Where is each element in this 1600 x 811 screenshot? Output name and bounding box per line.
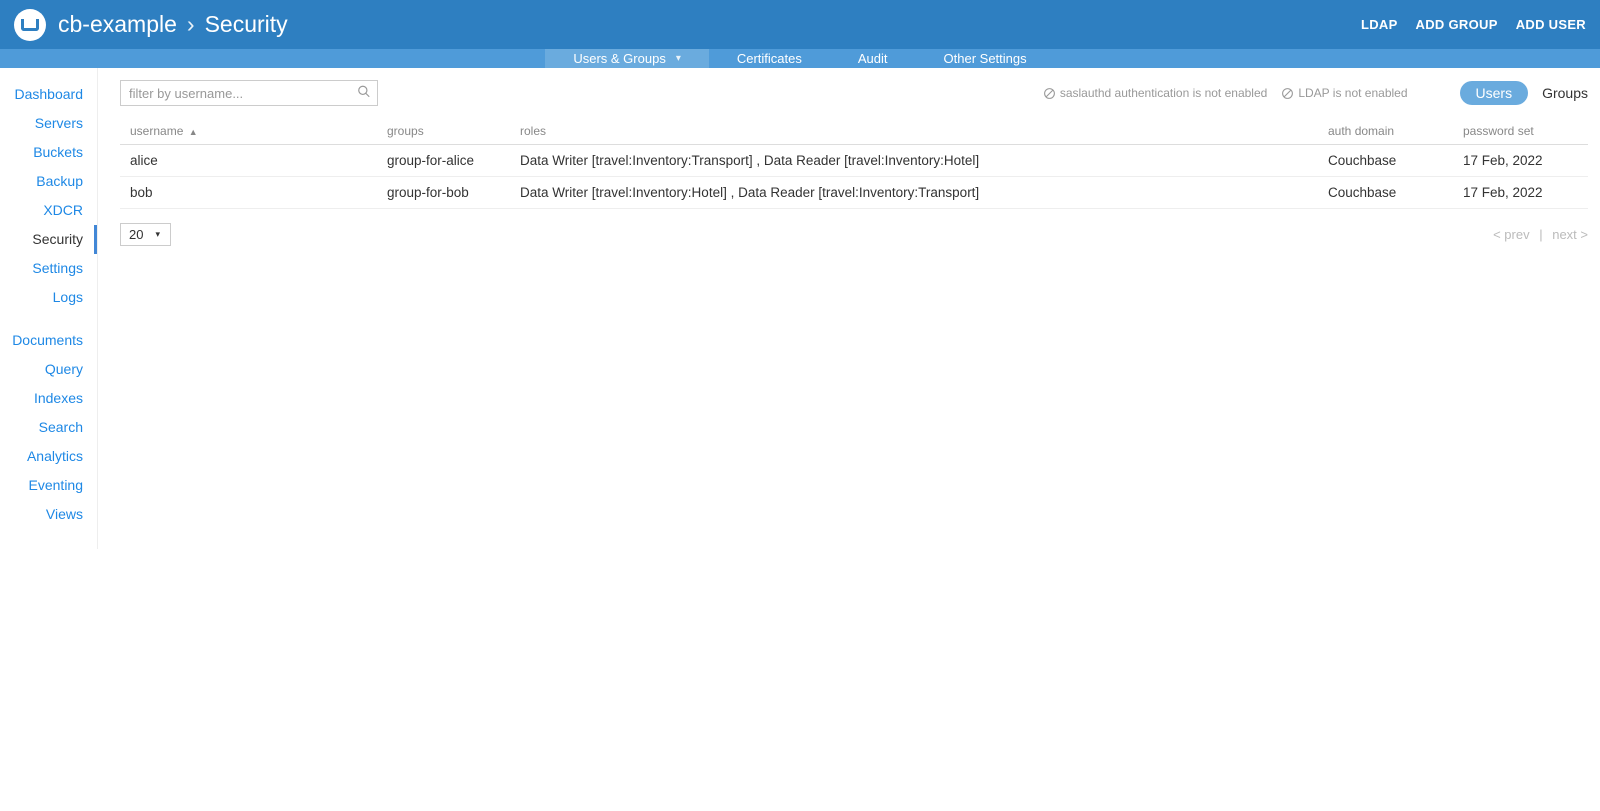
sidebar-item-servers[interactable]: Servers bbox=[0, 109, 97, 138]
sidebar-item-logs[interactable]: Logs bbox=[0, 283, 97, 312]
filter-box bbox=[120, 80, 378, 106]
status-warnings: saslauthd authentication is not enabled … bbox=[1043, 86, 1408, 100]
cell-roles: Data Writer [travel:Inventory:Hotel] , D… bbox=[510, 177, 1318, 209]
cell-pwdset: 17 Feb, 2022 bbox=[1453, 177, 1588, 209]
col-header-groups[interactable]: groups bbox=[377, 116, 510, 145]
add-group-button[interactable]: ADD GROUP bbox=[1416, 17, 1498, 32]
sidebar-item-backup[interactable]: Backup bbox=[0, 167, 97, 196]
cell-username: bob bbox=[120, 177, 377, 209]
users-table: username ▲ groups roles auth domain pass… bbox=[120, 116, 1588, 209]
cell-groups: group-for-alice bbox=[377, 145, 510, 177]
users-groups-toggle: Users Groups bbox=[1460, 81, 1588, 105]
tab-label: Certificates bbox=[737, 51, 802, 66]
sidebar-item-security[interactable]: Security bbox=[0, 225, 97, 254]
table-row[interactable]: alicegroup-for-aliceData Writer [travel:… bbox=[120, 145, 1588, 177]
sort-asc-icon: ▲ bbox=[189, 127, 198, 137]
tab-label: Users & Groups bbox=[573, 51, 665, 66]
breadcrumb-section: Security bbox=[205, 11, 288, 38]
tab-label: Audit bbox=[858, 51, 888, 66]
sidebar-item-settings[interactable]: Settings bbox=[0, 254, 97, 283]
tab-users-groups[interactable]: Users & Groups ▾ bbox=[545, 49, 709, 68]
cell-groups: group-for-bob bbox=[377, 177, 510, 209]
col-header-username[interactable]: username ▲ bbox=[120, 116, 377, 145]
disabled-icon bbox=[1043, 87, 1056, 100]
pager-sep: | bbox=[1539, 227, 1542, 242]
sidebar-item-buckets[interactable]: Buckets bbox=[0, 138, 97, 167]
cell-domain: Couchbase bbox=[1318, 177, 1453, 209]
filter-row: saslauthd authentication is not enabled … bbox=[120, 80, 1588, 106]
breadcrumb-cluster[interactable]: cb-example bbox=[58, 11, 177, 38]
page-size-select[interactable]: 20 ▾ bbox=[120, 223, 171, 246]
header-label: password set bbox=[1463, 124, 1534, 138]
logo-icon bbox=[14, 9, 46, 41]
topbar-actions: LDAP ADD GROUP ADD USER bbox=[1361, 17, 1586, 32]
sidebar-item-dashboard[interactable]: Dashboard bbox=[0, 80, 97, 109]
pager-next[interactable]: next > bbox=[1552, 227, 1588, 242]
cell-pwdset: 17 Feb, 2022 bbox=[1453, 145, 1588, 177]
groups-toggle[interactable]: Groups bbox=[1542, 85, 1588, 101]
top-bar: cb-example › Security LDAP ADD GROUP ADD… bbox=[0, 0, 1600, 49]
sidebar-item-indexes[interactable]: Indexes bbox=[0, 384, 97, 413]
sidebar: DashboardServersBucketsBackupXDCRSecurit… bbox=[0, 68, 98, 549]
pager-row: 20 ▾ < prev | next > bbox=[120, 223, 1588, 246]
chevron-down-icon: ▾ bbox=[676, 53, 681, 64]
breadcrumb: cb-example › Security bbox=[58, 11, 288, 38]
sidebar-item-query[interactable]: Query bbox=[0, 355, 97, 384]
col-header-password-set[interactable]: password set bbox=[1453, 116, 1588, 145]
sidebar-item-documents[interactable]: Documents bbox=[0, 326, 97, 355]
tab-label: Other Settings bbox=[944, 51, 1027, 66]
header-label: auth domain bbox=[1328, 124, 1394, 138]
filter-input[interactable] bbox=[120, 80, 378, 106]
sidebar-item-analytics[interactable]: Analytics bbox=[0, 442, 97, 471]
warning-ldap: LDAP is not enabled bbox=[1281, 86, 1407, 100]
header-label: roles bbox=[520, 124, 546, 138]
sidebar-item-search[interactable]: Search bbox=[0, 413, 97, 442]
page-size-value: 20 bbox=[129, 227, 143, 242]
tab-certificates[interactable]: Certificates bbox=[709, 49, 830, 68]
add-user-button[interactable]: ADD USER bbox=[1516, 17, 1586, 32]
warning-text: saslauthd authentication is not enabled bbox=[1060, 86, 1268, 100]
chevron-right-icon: › bbox=[187, 11, 195, 38]
header-label: groups bbox=[387, 124, 424, 138]
caret-down-icon: ▾ bbox=[155, 229, 160, 240]
sidebar-item-eventing[interactable]: Eventing bbox=[0, 471, 97, 500]
users-toggle[interactable]: Users bbox=[1460, 81, 1529, 105]
col-header-roles[interactable]: roles bbox=[510, 116, 1318, 145]
col-header-auth-domain[interactable]: auth domain bbox=[1318, 116, 1453, 145]
warning-text: LDAP is not enabled bbox=[1298, 86, 1407, 100]
main-content: saslauthd authentication is not enabled … bbox=[98, 68, 1600, 549]
cell-domain: Couchbase bbox=[1318, 145, 1453, 177]
warning-saslauthd: saslauthd authentication is not enabled bbox=[1043, 86, 1268, 100]
sidebar-item-views[interactable]: Views bbox=[0, 500, 97, 529]
pager-links: < prev | next > bbox=[1493, 227, 1588, 242]
tab-audit[interactable]: Audit bbox=[830, 49, 916, 68]
disabled-icon bbox=[1281, 87, 1294, 100]
cell-username: alice bbox=[120, 145, 377, 177]
sidebar-item-xdcr[interactable]: XDCR bbox=[0, 196, 97, 225]
table-row[interactable]: bobgroup-for-bobData Writer [travel:Inve… bbox=[120, 177, 1588, 209]
tab-other-settings[interactable]: Other Settings bbox=[916, 49, 1055, 68]
subnav: Users & Groups ▾ Certificates Audit Othe… bbox=[0, 49, 1600, 68]
pager-prev[interactable]: < prev bbox=[1493, 227, 1530, 242]
ldap-link[interactable]: LDAP bbox=[1361, 17, 1398, 32]
header-label: username bbox=[130, 124, 183, 138]
cell-roles: Data Writer [travel:Inventory:Transport]… bbox=[510, 145, 1318, 177]
